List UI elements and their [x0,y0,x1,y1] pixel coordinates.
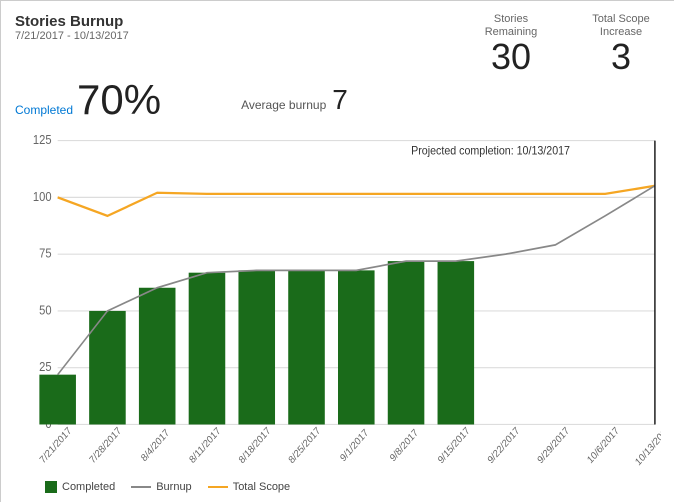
completed-label: Completed [15,103,73,117]
bar-6 [288,271,325,425]
svg-text:9/29/2017: 9/29/2017 [536,426,572,467]
svg-text:8/11/2017: 8/11/2017 [188,426,224,467]
svg-text:75: 75 [39,246,52,261]
metrics-row: Completed 70% Average burnup 7 [15,79,661,121]
legend-scope: Total Scope [208,481,290,493]
main-container: Stories Burnup 7/21/2017 - 10/13/2017 St… [1,1,674,503]
avg-metric: Average burnup 7 [241,84,348,116]
stories-remaining-stat: StoriesRemaining 30 [471,13,551,75]
remaining-value: 30 [491,39,531,75]
bar-8 [388,261,425,424]
legend-scope-label: Total Scope [233,481,290,493]
svg-text:7/21/2017: 7/21/2017 [38,426,74,467]
svg-text:8/25/2017: 8/25/2017 [287,426,323,467]
bar-3 [139,288,176,425]
completed-value: 70% [77,79,161,121]
top-section: Stories Burnup 7/21/2017 - 10/13/2017 St… [15,13,661,75]
bar-1 [39,375,76,425]
chart-subtitle: 7/21/2017 - 10/13/2017 [15,30,129,42]
svg-text:9/15/2017: 9/15/2017 [436,426,472,467]
completed-metric: Completed 70% [15,79,161,121]
scope-value: 3 [611,39,631,75]
legend-row: Completed Burnup Total Scope [15,481,661,493]
svg-text:7/28/2017: 7/28/2017 [88,426,124,467]
avg-value: 7 [332,84,348,116]
svg-text:9/22/2017: 9/22/2017 [486,426,522,467]
legend-burnup-label: Burnup [156,481,191,493]
legend-completed-label: Completed [62,481,115,493]
legend-completed: Completed [45,481,115,493]
svg-text:50: 50 [39,303,52,318]
chart-area: 0 25 50 75 100 125 7/21/2017 7/28/2017 8… [15,129,661,477]
legend-burnup-line [131,486,151,488]
chart-svg: 0 25 50 75 100 125 7/21/2017 7/28/2017 8… [15,129,661,477]
bar-7 [338,271,375,425]
avg-label: Average burnup [241,98,326,112]
legend-completed-box [45,481,57,493]
bar-9 [438,261,475,424]
projected-label: Projected completion: 10/13/2017 [411,145,570,158]
bar-4 [189,273,226,425]
stats-block: StoriesRemaining 30 Total ScopeIncrease … [471,13,661,75]
svg-text:10/6/2017: 10/6/2017 [585,426,621,467]
svg-text:10/13/2017: 10/13/2017 [633,424,661,469]
title-block: Stories Burnup 7/21/2017 - 10/13/2017 [15,13,129,42]
legend-scope-line [208,486,228,488]
svg-text:100: 100 [33,190,52,205]
chart-title: Stories Burnup [15,13,129,30]
total-scope-stat: Total ScopeIncrease 3 [581,13,661,75]
svg-text:125: 125 [33,133,52,148]
svg-text:8/18/2017: 8/18/2017 [237,426,273,467]
total-scope-line [58,186,655,216]
svg-text:9/8/2017: 9/8/2017 [388,428,420,465]
bar-5 [238,271,275,425]
legend-burnup: Burnup [131,481,191,493]
svg-text:8/4/2017: 8/4/2017 [139,428,171,465]
svg-text:25: 25 [39,360,52,375]
svg-text:9/1/2017: 9/1/2017 [338,428,370,465]
